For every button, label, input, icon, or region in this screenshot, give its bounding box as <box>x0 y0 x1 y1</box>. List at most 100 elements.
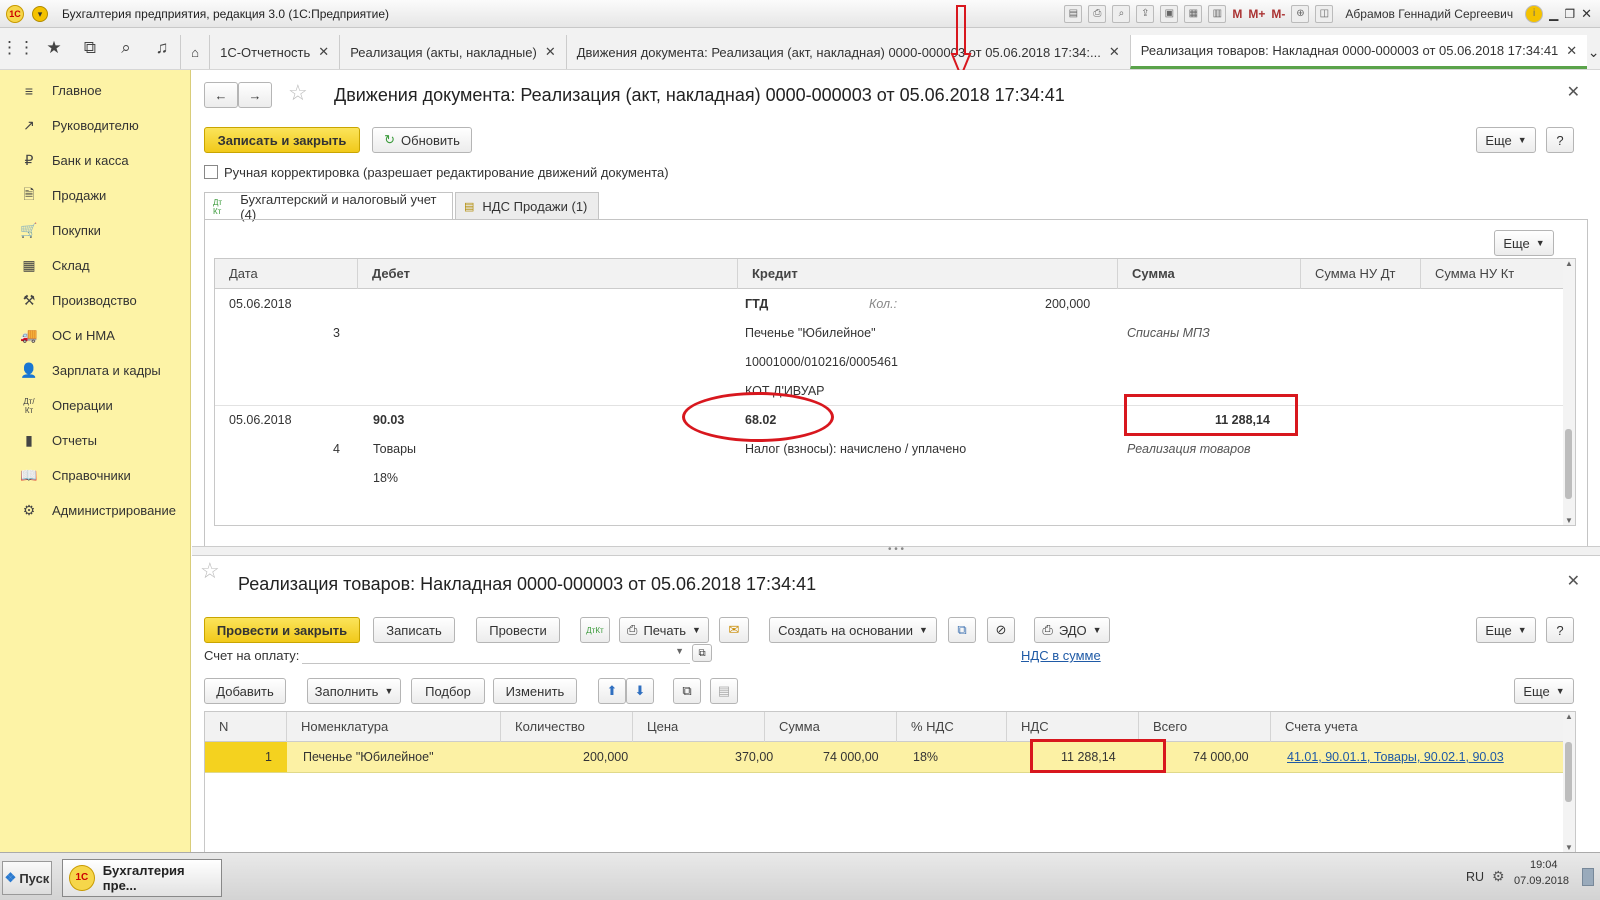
sidebar-item-warehouse[interactable]: ▦ Склад <box>0 248 190 283</box>
sidebar-item-purchases[interactable]: 🛒 Покупки <box>0 213 190 248</box>
pane-splitter[interactable]: • • • <box>192 545 1600 556</box>
close-icon[interactable]: ✕ <box>545 44 556 60</box>
cell-total[interactable]: 74 000,00 <box>1193 750 1249 764</box>
tab-list-chevron-icon[interactable]: ⌄ <box>1587 35 1600 69</box>
panels-icon[interactable]: ◫ <box>1315 5 1334 23</box>
favorite-star-icon[interactable]: ☆ <box>288 80 308 106</box>
scroll-up-icon[interactable]: ▲ <box>1563 712 1575 721</box>
language-indicator[interactable]: RU <box>1466 870 1484 884</box>
refresh-button[interactable]: ↻ Обновить <box>372 127 472 153</box>
manual-correction-checkbox[interactable] <box>204 165 218 179</box>
cell-quantity[interactable]: 200,000 <box>583 750 628 764</box>
create-based-on-button[interactable]: Создать на основании ▼ <box>769 617 937 643</box>
preview-icon[interactable]: ⌕ <box>1112 5 1131 23</box>
sidebar-item-bank[interactable]: ₽ Банк и касса <box>0 143 190 178</box>
memory-mplus-button[interactable]: M+ <box>1248 7 1265 21</box>
memory-m-button[interactable]: M <box>1232 7 1242 21</box>
main-menu-icon[interactable]: ▾ <box>32 5 48 22</box>
more-button[interactable]: Еще ▼ <box>1476 617 1536 643</box>
column-accounts[interactable]: Счета учета <box>1271 712 1563 742</box>
search-icon[interactable]: ⌕ <box>108 38 144 58</box>
user-name[interactable]: Абрамов Геннадий Сергеевич <box>1345 7 1513 21</box>
zoom-icon[interactable]: ⊕ <box>1291 5 1310 23</box>
column-sum-nu-kt[interactable]: Сумма НУ Кт <box>1421 259 1563 289</box>
copy-icon[interactable]: ⧉ <box>673 678 701 704</box>
start-button[interactable]: ❖ Пуск <box>2 861 52 895</box>
column-sum[interactable]: Сумма <box>765 712 897 742</box>
cell-price[interactable]: 370,00 <box>735 750 773 764</box>
calculator-icon[interactable]: ▦ <box>1184 5 1203 23</box>
sidebar-item-admin[interactable]: ⚙ Администрирование <box>0 493 190 528</box>
tab-movements[interactable]: Движения документа: Реализация (акт, нак… <box>565 35 1130 69</box>
debit-credit-button[interactable]: ДтКт <box>580 617 610 643</box>
sidebar-item-production[interactable]: ⚒ Производство <box>0 283 190 318</box>
grid-scrollbar[interactable]: ▲ ▼ <box>1563 712 1575 852</box>
forward-button[interactable]: → <box>238 82 272 108</box>
open-link-icon[interactable]: ⧉ <box>692 644 712 662</box>
tab-1c-reporting[interactable]: 1С-Отчетность ✕ <box>209 35 340 69</box>
table-row[interactable]: 1 Печенье "Юбилейное" 200,000 370,00 74 … <box>205 742 1563 773</box>
history-icon[interactable]: ⧉ <box>72 38 108 58</box>
column-debit[interactable]: Дебет <box>358 259 738 289</box>
scroll-thumb[interactable] <box>1565 742 1572 802</box>
tab-invoice[interactable]: Реализация товаров: Накладная 0000-00000… <box>1129 35 1588 69</box>
post-and-close-button[interactable]: Провести и закрыть <box>204 617 360 643</box>
column-credit[interactable]: Кредит <box>738 259 1118 289</box>
grid-scrollbar[interactable]: ▲ ▼ <box>1563 259 1575 525</box>
close-icon[interactable]: ✕ <box>1567 571 1580 591</box>
add-button[interactable]: Добавить <box>204 678 286 704</box>
tab-accounting[interactable]: Дт Кт Бухгалтерский и налоговый учет (4) <box>204 192 453 222</box>
upload-icon[interactable]: ⇪ <box>1136 5 1155 23</box>
taskbar-app-button[interactable]: 1С Бухгалтерия пре... <box>62 859 222 897</box>
clock-time[interactable]: 19:04 <box>1530 859 1558 871</box>
sidebar-item-sales[interactable]: 🗎 Продажи <box>0 178 190 213</box>
minimize-button[interactable]: ▁ <box>1549 7 1558 21</box>
column-sum[interactable]: Сумма <box>1118 259 1301 289</box>
column-sum-nu-dt[interactable]: Сумма НУ Дт <box>1301 259 1421 289</box>
help-button[interactable]: ? <box>1546 127 1574 153</box>
move-down-icon[interactable]: ⬇ <box>626 678 654 704</box>
edo-button[interactable]: ⎙ ЭДО ▼ <box>1034 617 1110 643</box>
close-window-button[interactable]: ✕ <box>1581 6 1592 22</box>
grid-more-button[interactable]: Еще ▼ <box>1514 678 1574 704</box>
email-button[interactable]: ✉ <box>719 617 749 643</box>
back-button[interactable]: ← <box>204 82 238 108</box>
cell-sum[interactable]: 74 000,00 <box>823 750 879 764</box>
maximize-button[interactable]: ❐ <box>1564 7 1575 21</box>
pay-account-field[interactable]: ▼ <box>302 644 690 664</box>
sidebar-item-assets[interactable]: 🚚 ОС и НМА <box>0 318 190 353</box>
close-icon[interactable]: ✕ <box>1566 43 1577 59</box>
help-button[interactable]: ? <box>1546 617 1574 643</box>
home-tab[interactable]: ⌂ <box>180 35 210 69</box>
vat-in-sum-link[interactable]: НДС в сумме <box>1021 648 1101 663</box>
show-desktop-icon[interactable] <box>1582 868 1594 886</box>
bell-icon[interactable]: ♫ <box>144 38 180 58</box>
structure-button[interactable]: ⧉ <box>948 617 976 643</box>
close-icon[interactable]: ✕ <box>1109 44 1120 60</box>
calendar-icon[interactable]: ▥ <box>1208 5 1227 23</box>
column-nomenclature[interactable]: Номенклатура <box>287 712 501 742</box>
move-up-icon[interactable]: ⬆ <box>598 678 626 704</box>
sidebar-item-salary[interactable]: 👤 Зарплата и кадры <box>0 353 190 388</box>
apps-grid-icon[interactable]: ⋮⋮ <box>0 38 36 58</box>
change-button[interactable]: Изменить <box>493 678 577 704</box>
save-button[interactable]: Записать <box>373 617 455 643</box>
column-vat[interactable]: НДС <box>1007 712 1139 742</box>
info-icon[interactable]: i <box>1525 5 1544 23</box>
tab-sales-list[interactable]: Реализация (акты, накладные) ✕ <box>339 35 566 69</box>
sidebar-item-manager[interactable]: ↗ Руководителю <box>0 108 190 143</box>
favorites-star-icon[interactable]: ★ <box>36 38 72 58</box>
column-quantity[interactable]: Количество <box>501 712 633 742</box>
column-date[interactable]: Дата <box>215 259 358 289</box>
save-icon[interactable]: ▤ <box>1064 5 1083 23</box>
memory-mminus-button[interactable]: M- <box>1271 7 1285 21</box>
column-n[interactable]: N <box>205 712 287 742</box>
print-icon[interactable]: ⎙ <box>1088 5 1107 23</box>
cell-vat-rate[interactable]: 18% <box>913 750 938 764</box>
attach-button[interactable]: ⊘ <box>987 617 1015 643</box>
sidebar-item-operations[interactable]: Дт/Кт Операции <box>0 388 190 423</box>
print-button[interactable]: ⎙ Печать ▼ <box>619 617 709 643</box>
cell-nomenclature[interactable]: Печенье "Юбилейное" <box>303 750 434 764</box>
fill-button[interactable]: Заполнить ▼ <box>307 678 401 704</box>
column-vat-rate[interactable]: % НДС <box>897 712 1007 742</box>
